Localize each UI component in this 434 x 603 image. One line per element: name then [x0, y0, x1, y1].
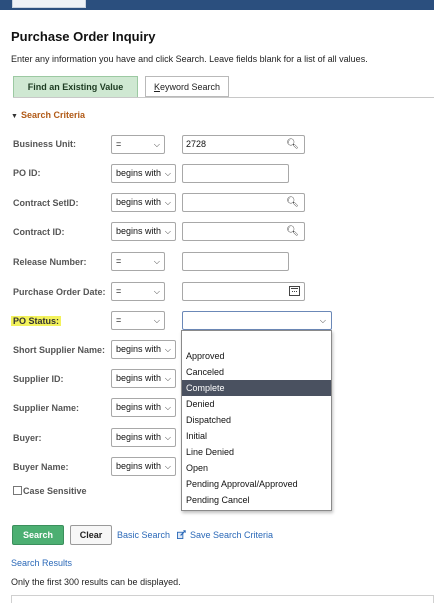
- status-option-dispatched[interactable]: Dispatched: [182, 412, 331, 428]
- chevron-down-icon: ⌵: [153, 257, 160, 266]
- tab-keyword-search-label: Keyword Search: [153, 82, 221, 92]
- chevron-down-icon: ⌵: [164, 198, 171, 207]
- banner-button[interactable]: [12, 0, 86, 8]
- release-number-label: Release Number:: [13, 257, 87, 267]
- search-results-title: Search Results: [11, 558, 73, 568]
- po-id-operator-value: begins with: [116, 168, 162, 178]
- po-status-dropdown-list: Approved Canceled Complete Denied Dispat…: [181, 330, 332, 511]
- save-search-criteria-link[interactable]: Save Search Criteria: [177, 530, 273, 540]
- status-option-open[interactable]: Open: [182, 460, 331, 476]
- clear-button[interactable]: Clear: [70, 525, 112, 545]
- supplier-name-label: Supplier Name:: [13, 403, 80, 413]
- contract-setid-operator-value: begins with: [116, 197, 162, 207]
- business-unit-value: 2728: [186, 139, 207, 149]
- status-option-approved[interactable]: Approved: [182, 348, 331, 364]
- short-supplier-name-operator-select[interactable]: begins with ⌵: [111, 340, 176, 359]
- buyer-label: Buyer:: [13, 433, 42, 443]
- search-criteria-header[interactable]: ▼ Search Criteria: [11, 110, 85, 120]
- contract-setid-operator-select[interactable]: begins with ⌵: [111, 193, 176, 212]
- chevron-down-icon: ⌵: [164, 169, 171, 178]
- checkbox-icon[interactable]: [13, 486, 22, 495]
- po-date-label: Purchase Order Date:: [13, 287, 106, 297]
- buyer-operator-select[interactable]: begins with ⌵: [111, 428, 176, 447]
- buyer-name-label: Buyer Name:: [13, 462, 69, 472]
- contract-setid-input[interactable]: 🔍︎: [182, 193, 305, 212]
- status-option-denied[interactable]: Denied: [182, 396, 331, 412]
- collapse-triangle-icon: ▼: [11, 113, 18, 120]
- buyer-operator-value: begins with: [116, 432, 162, 442]
- chevron-down-icon: ⌵: [153, 287, 160, 296]
- business-unit-label: Business Unit:: [13, 139, 77, 149]
- supplier-name-operator-select[interactable]: begins with ⌵: [111, 398, 176, 417]
- chevron-down-icon: ⌵: [164, 433, 171, 442]
- contract-setid-label: Contract SetID:: [13, 198, 79, 208]
- case-sensitive-checkbox[interactable]: Case Sensitive: [13, 486, 87, 496]
- chevron-down-icon: ⌵: [319, 316, 326, 325]
- results-limit-note: Only the first 300 results can be displa…: [11, 577, 181, 587]
- chevron-down-icon: ⌵: [153, 140, 160, 149]
- status-option-pending-cancel[interactable]: Pending Cancel: [182, 492, 331, 508]
- business-unit-operator-value: =: [116, 139, 122, 149]
- po-date-operator-select[interactable]: = ⌵: [111, 282, 165, 301]
- contract-id-operator-value: begins with: [116, 226, 162, 236]
- search-icon[interactable]: 🔍︎: [286, 223, 299, 240]
- po-status-operator-select[interactable]: = ⌵: [111, 311, 165, 330]
- business-unit-operator-select[interactable]: = ⌵: [111, 135, 165, 154]
- tab-divider: [13, 97, 434, 98]
- chevron-down-icon: ⌵: [153, 316, 160, 325]
- search-icon[interactable]: 🔍︎: [286, 194, 299, 211]
- page-title: Purchase Order Inquiry: [11, 29, 156, 44]
- status-option-pending-approval[interactable]: Pending Approval/Approved: [182, 476, 331, 492]
- chevron-down-icon: ⌵: [164, 227, 171, 236]
- save-criteria-icon: [177, 530, 186, 539]
- po-status-operator-value: =: [116, 315, 122, 325]
- status-option-complete[interactable]: Complete: [182, 380, 331, 396]
- supplier-id-operator-value: begins with: [116, 373, 162, 383]
- search-button[interactable]: Search: [12, 525, 64, 545]
- instructions-text: Enter any information you have and click…: [11, 54, 368, 64]
- top-banner: [0, 0, 434, 10]
- chevron-down-icon: ⌵: [164, 403, 171, 412]
- status-option-canceled[interactable]: Canceled: [182, 364, 331, 380]
- po-id-operator-select[interactable]: begins with ⌵: [111, 164, 176, 183]
- save-search-criteria-label: Save Search Criteria: [190, 530, 274, 540]
- chevron-down-icon: ⌵: [164, 462, 171, 471]
- po-date-input[interactable]: [182, 282, 305, 301]
- po-status-label: PO Status:: [11, 316, 62, 326]
- short-supplier-name-label: Short Supplier Name:: [13, 345, 106, 355]
- case-sensitive-label: Case Sensitive: [23, 486, 87, 496]
- buyer-name-operator-select[interactable]: begins with ⌵: [111, 457, 176, 476]
- calendar-icon[interactable]: [289, 286, 300, 296]
- chevron-down-icon: ⌵: [164, 345, 171, 354]
- search-icon[interactable]: 🔍︎: [286, 136, 299, 153]
- status-option-blank[interactable]: [182, 332, 331, 348]
- release-number-operator-select[interactable]: = ⌵: [111, 252, 165, 271]
- release-number-operator-value: =: [116, 256, 122, 266]
- tab-find-existing-value[interactable]: Find an Existing Value: [13, 76, 138, 97]
- search-criteria-label: Search Criteria: [20, 110, 85, 120]
- supplier-id-label: Supplier ID:: [13, 374, 64, 384]
- status-option-line-denied[interactable]: Line Denied: [182, 444, 331, 460]
- basic-search-link[interactable]: Basic Search: [117, 530, 170, 540]
- release-number-input[interactable]: [182, 252, 289, 271]
- po-status-label-text: PO Status:: [11, 316, 62, 326]
- buyer-name-operator-value: begins with: [116, 461, 162, 471]
- po-status-select[interactable]: ⌵: [182, 311, 332, 330]
- chevron-down-icon: ⌵: [164, 374, 171, 383]
- supplier-id-operator-select[interactable]: begins with ⌵: [111, 369, 176, 388]
- po-id-input[interactable]: [182, 164, 289, 183]
- po-id-label: PO ID:: [13, 168, 41, 178]
- supplier-name-operator-value: begins with: [116, 402, 162, 412]
- contract-id-input[interactable]: 🔍︎: [182, 222, 305, 241]
- tab-keyword-search[interactable]: Keyword Search: [145, 76, 229, 97]
- status-option-initial[interactable]: Initial: [182, 428, 331, 444]
- business-unit-input[interactable]: 2728 🔍︎: [182, 135, 305, 154]
- contract-id-operator-select[interactable]: begins with ⌵: [111, 222, 176, 241]
- short-supplier-name-operator-value: begins with: [116, 344, 162, 354]
- po-date-operator-value: =: [116, 286, 122, 296]
- contract-id-label: Contract ID:: [13, 227, 65, 237]
- results-grid: [11, 595, 434, 603]
